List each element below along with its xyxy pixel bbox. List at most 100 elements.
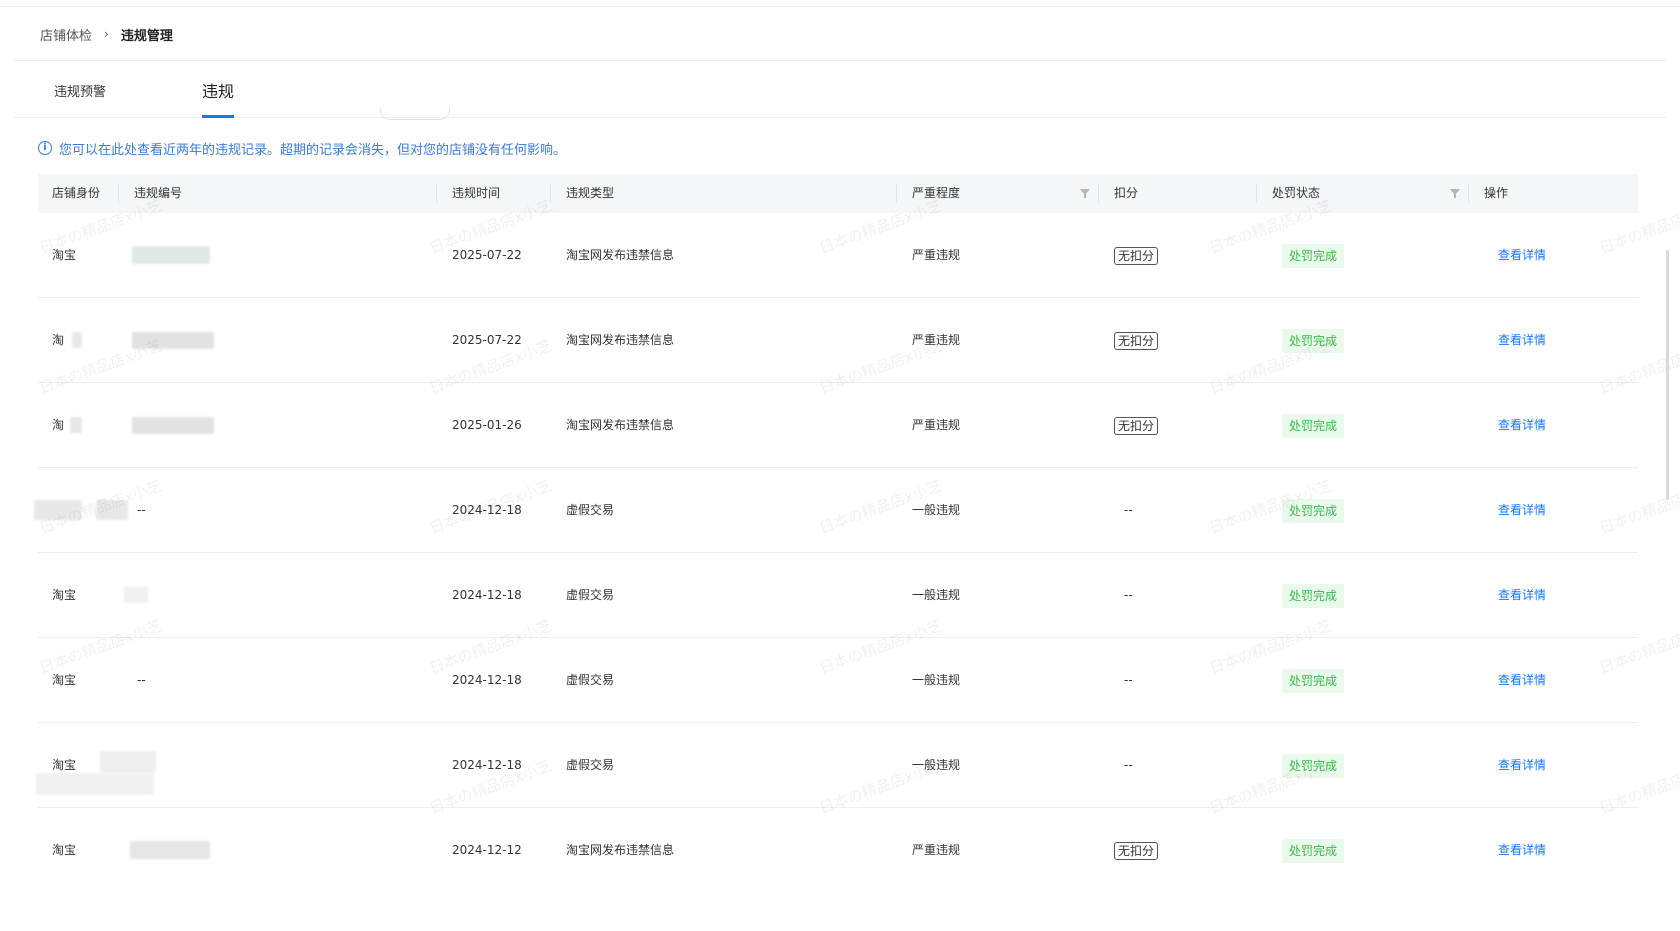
cell-type: 淘宝网发布违禁信息 bbox=[566, 248, 675, 262]
header-severity: 严重程度 bbox=[912, 186, 961, 200]
cell-shop: 淘宝 bbox=[52, 843, 77, 857]
table-body: 淘宝 2025-07-22 淘宝网发布违禁信息 严重违规 无扣分 处罚完成 查看… bbox=[34, 213, 1638, 893]
cell-deduction: -- bbox=[1124, 503, 1133, 517]
cell-type: 虚假交易 bbox=[566, 758, 615, 772]
tab-stub-decoration bbox=[380, 108, 450, 120]
header-separator bbox=[118, 184, 119, 203]
cell-severity: 严重违规 bbox=[912, 333, 961, 347]
status-badge: 处罚完成 bbox=[1282, 583, 1345, 608]
cell-type: 虚假交易 bbox=[566, 503, 615, 517]
view-details-link[interactable]: 查看详情 bbox=[1498, 553, 1546, 638]
view-details-link[interactable]: 查看详情 bbox=[1498, 468, 1546, 553]
header-divider bbox=[14, 60, 1666, 61]
table-row: 淘宝 2024-12-18 虚假交易 一般违规 -- 处罚完成 查看详情 bbox=[36, 723, 1638, 808]
cell-shop: 淘宝 bbox=[52, 758, 77, 772]
info-notice: i 您可以在此处查看近两年的违规记录。超期的记录会消失，但对您的店铺没有任何影响… bbox=[38, 138, 566, 158]
cell-deduction: -- bbox=[1124, 588, 1133, 602]
status-badge: 处罚完成 bbox=[1282, 413, 1345, 438]
status-badge: 处罚完成 bbox=[1282, 753, 1345, 778]
redacted-code bbox=[36, 773, 154, 795]
status-badge: 处罚完成 bbox=[1282, 328, 1345, 353]
cell-date: 2024-12-18 bbox=[452, 758, 522, 772]
cell-severity: 严重违规 bbox=[912, 843, 961, 857]
info-icon: i bbox=[38, 141, 52, 155]
breadcrumb-item-shop-check[interactable]: 店铺体检 bbox=[40, 25, 92, 44]
redacted-shop bbox=[70, 417, 82, 433]
view-details-link[interactable]: 查看详情 bbox=[1498, 213, 1546, 298]
cell-shop: 淘宝 bbox=[52, 673, 77, 687]
cell-severity: 一般违规 bbox=[912, 758, 961, 772]
view-details-link[interactable]: 查看详情 bbox=[1498, 638, 1546, 723]
cell-type: 淘宝网发布违禁信息 bbox=[566, 843, 675, 857]
cell-severity: 一般违规 bbox=[912, 588, 961, 602]
tab-violation[interactable]: 违规 bbox=[202, 80, 235, 118]
redacted-code bbox=[130, 841, 210, 859]
redacted-shop bbox=[72, 332, 82, 348]
cell-type: 淘宝网发布违禁信息 bbox=[566, 333, 675, 347]
status-badge: 处罚完成 bbox=[1282, 243, 1345, 268]
cell-date: 2024-12-18 bbox=[452, 503, 522, 517]
cell-severity: 严重违规 bbox=[912, 418, 961, 432]
redacted-code bbox=[132, 417, 214, 434]
table-row: 淘 2025-07-22 淘宝网发布违禁信息 严重违规 无扣分 处罚完成 查看详… bbox=[38, 298, 1638, 383]
header-actions: 操作 bbox=[1484, 186, 1509, 200]
cell-deduction: 无扣分 bbox=[1114, 331, 1159, 350]
redacted-code bbox=[124, 587, 148, 603]
header-separator bbox=[1256, 184, 1257, 203]
status-badge: 处罚完成 bbox=[1282, 838, 1345, 863]
table-row: 淘宝 2025-07-22 淘宝网发布违禁信息 严重违规 无扣分 处罚完成 查看… bbox=[38, 213, 1638, 298]
view-details-link[interactable]: 查看详情 bbox=[1498, 383, 1546, 468]
cell-deduction: 无扣分 bbox=[1114, 416, 1159, 435]
cell-severity: 一般违规 bbox=[912, 673, 961, 687]
header-violation-time: 违规时间 bbox=[452, 186, 501, 200]
redacted-code bbox=[100, 751, 156, 773]
cell-deduction: -- bbox=[1124, 673, 1133, 687]
cell-deduction: 无扣分 bbox=[1114, 841, 1159, 860]
breadcrumb: 店铺体检 › 违规管理 bbox=[40, 24, 173, 44]
redacted-code bbox=[132, 246, 210, 264]
cell-code: -- bbox=[137, 503, 146, 517]
violation-table: 店铺身份 违规编号 违规时间 违规类型 严重程度 扣分 处罚状态 操作 淘宝 2… bbox=[34, 174, 1638, 893]
header-violation-code: 违规编号 bbox=[134, 186, 183, 200]
top-divider bbox=[0, 6, 1680, 7]
table-row: 淘 2025-01-26 淘宝网发布违禁信息 严重违规 无扣分 处罚完成 查看详… bbox=[38, 383, 1638, 468]
redacted-shop bbox=[34, 500, 82, 520]
header-separator bbox=[550, 184, 551, 203]
header-violation-type: 违规类型 bbox=[566, 186, 615, 200]
cell-severity: 一般违规 bbox=[912, 503, 961, 517]
cell-shop: 淘宝 bbox=[52, 248, 77, 262]
header-separator bbox=[1098, 184, 1099, 203]
cell-code: -- bbox=[137, 673, 146, 687]
cell-type: 淘宝网发布违禁信息 bbox=[566, 418, 675, 432]
header-separator bbox=[436, 184, 437, 203]
view-details-link[interactable]: 查看详情 bbox=[1498, 723, 1546, 808]
tab-violation-warning[interactable]: 违规预警 bbox=[54, 80, 106, 118]
cell-type: 虚假交易 bbox=[566, 588, 615, 602]
header-penalty-status: 处罚状态 bbox=[1272, 186, 1321, 200]
cell-date: 2025-07-22 bbox=[452, 333, 522, 347]
tab-bar: 违规预警 违规 bbox=[14, 80, 1666, 120]
cell-date: 2024-12-18 bbox=[452, 588, 522, 602]
view-details-link[interactable]: 查看详情 bbox=[1498, 298, 1546, 383]
table-header: 店铺身份 违规编号 违规时间 违规类型 严重程度 扣分 处罚状态 操作 bbox=[38, 174, 1638, 213]
redacted-code bbox=[132, 332, 214, 349]
status-filter-icon[interactable] bbox=[1450, 189, 1460, 198]
view-details-link[interactable]: 查看详情 bbox=[1498, 808, 1546, 893]
cell-shop: 淘 bbox=[52, 333, 65, 347]
cell-severity: 严重违规 bbox=[912, 248, 961, 262]
severity-filter-icon[interactable] bbox=[1080, 189, 1090, 198]
cell-deduction: -- bbox=[1124, 758, 1133, 772]
table-row: 淘宝 2024-12-12 淘宝网发布违禁信息 严重违规 无扣分 处罚完成 查看… bbox=[38, 808, 1638, 893]
notice-text: 您可以在此处查看近两年的违规记录。超期的记录会消失，但对您的店铺没有任何影响。 bbox=[59, 142, 567, 158]
table-row: 淘宝 2024-12-18 虚假交易 一般违规 -- 处罚完成 查看详情 bbox=[38, 553, 1638, 638]
redacted-shop bbox=[96, 500, 128, 520]
cell-shop: 淘宝 bbox=[52, 588, 77, 602]
status-badge: 处罚完成 bbox=[1282, 498, 1345, 523]
header-shop-identity: 店铺身份 bbox=[52, 186, 101, 200]
cell-date: 2025-01-26 bbox=[452, 418, 522, 432]
cell-deduction: 无扣分 bbox=[1114, 246, 1159, 265]
header-separator bbox=[896, 184, 897, 203]
vertical-scrollbar[interactable] bbox=[1666, 250, 1669, 500]
cell-type: 虚假交易 bbox=[566, 673, 615, 687]
breadcrumb-item-violation-management: 违规管理 bbox=[120, 28, 173, 44]
